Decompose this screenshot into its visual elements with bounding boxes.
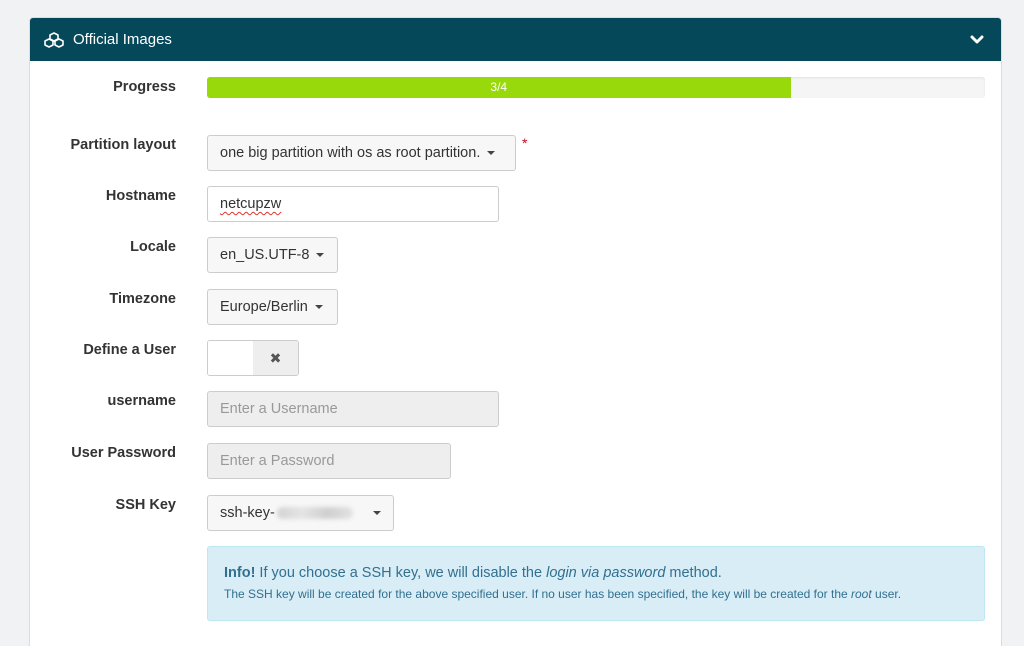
- username-placeholder: Enter a Username: [220, 401, 338, 417]
- close-icon: ✖: [253, 341, 298, 375]
- official-images-panel: Official Images Progress 3/4 Partition l…: [29, 17, 1002, 646]
- progress-fill: 3/4: [207, 77, 791, 98]
- caret-down-icon: [487, 151, 496, 155]
- define-user-toggle[interactable]: ✖: [207, 340, 299, 376]
- info-line-1: Info! If you choose a SSH key, we will d…: [224, 565, 969, 581]
- panel-title: Official Images: [73, 31, 172, 48]
- locale-dropdown[interactable]: en_US.UTF-8: [207, 237, 338, 273]
- password-label: User Password: [71, 445, 176, 461]
- redacted-key-date: [276, 507, 353, 519]
- password-placeholder: Enter a Password: [220, 453, 335, 469]
- ssh-key-dropdown[interactable]: ssh-key-: [207, 495, 394, 531]
- info-alert: Info! If you choose a SSH key, we will d…: [207, 546, 985, 621]
- locale-label: Locale: [130, 239, 176, 255]
- ssh-key-label: SSH Key: [115, 497, 176, 513]
- progress-label: Progress: [113, 79, 176, 95]
- panel-header[interactable]: Official Images: [30, 18, 1001, 61]
- info-line-2: The SSH key will be created for the abov…: [224, 587, 969, 601]
- partition-layout-value: one big partition with os as root partit…: [220, 145, 481, 161]
- info-strong: Info!: [224, 565, 256, 581]
- info-em-2: root: [851, 587, 872, 601]
- info-text-2: method.: [665, 565, 722, 581]
- caret-down-icon: [316, 253, 325, 257]
- info-em-1: login via password: [546, 565, 666, 581]
- ssh-key-value: ssh-key-: [220, 505, 275, 521]
- partition-layout-dropdown[interactable]: one big partition with os as root partit…: [207, 135, 516, 171]
- chevron-down-icon[interactable]: [969, 34, 985, 46]
- toggle-off-side: [208, 341, 253, 375]
- username-label: username: [107, 393, 176, 409]
- caret-down-icon: [373, 511, 381, 515]
- hostname-value: netcupzw: [220, 196, 282, 212]
- timezone-value: Europe/Berlin: [220, 299, 308, 315]
- partition-label: Partition layout: [70, 137, 176, 153]
- timezone-label: Timezone: [109, 291, 176, 307]
- username-input[interactable]: Enter a Username: [207, 391, 499, 427]
- info-text-3: The SSH key will be created for the abov…: [224, 587, 852, 601]
- required-marker: *: [522, 135, 528, 151]
- password-input[interactable]: Enter a Password: [207, 443, 451, 479]
- info-text-4: user.: [871, 587, 902, 601]
- caret-down-icon: [314, 305, 323, 309]
- info-text-1: If you choose a SSH key, we will disable…: [255, 565, 547, 581]
- hostname-label: Hostname: [105, 188, 176, 204]
- progress-bar: 3/4: [207, 77, 985, 98]
- timezone-dropdown[interactable]: Europe/Berlin: [207, 289, 338, 325]
- hostname-input[interactable]: netcupzw: [207, 186, 499, 222]
- define-user-label: Define a User: [83, 342, 176, 358]
- locale-value: en_US.UTF-8: [220, 247, 310, 263]
- cubes-icon: [44, 31, 64, 48]
